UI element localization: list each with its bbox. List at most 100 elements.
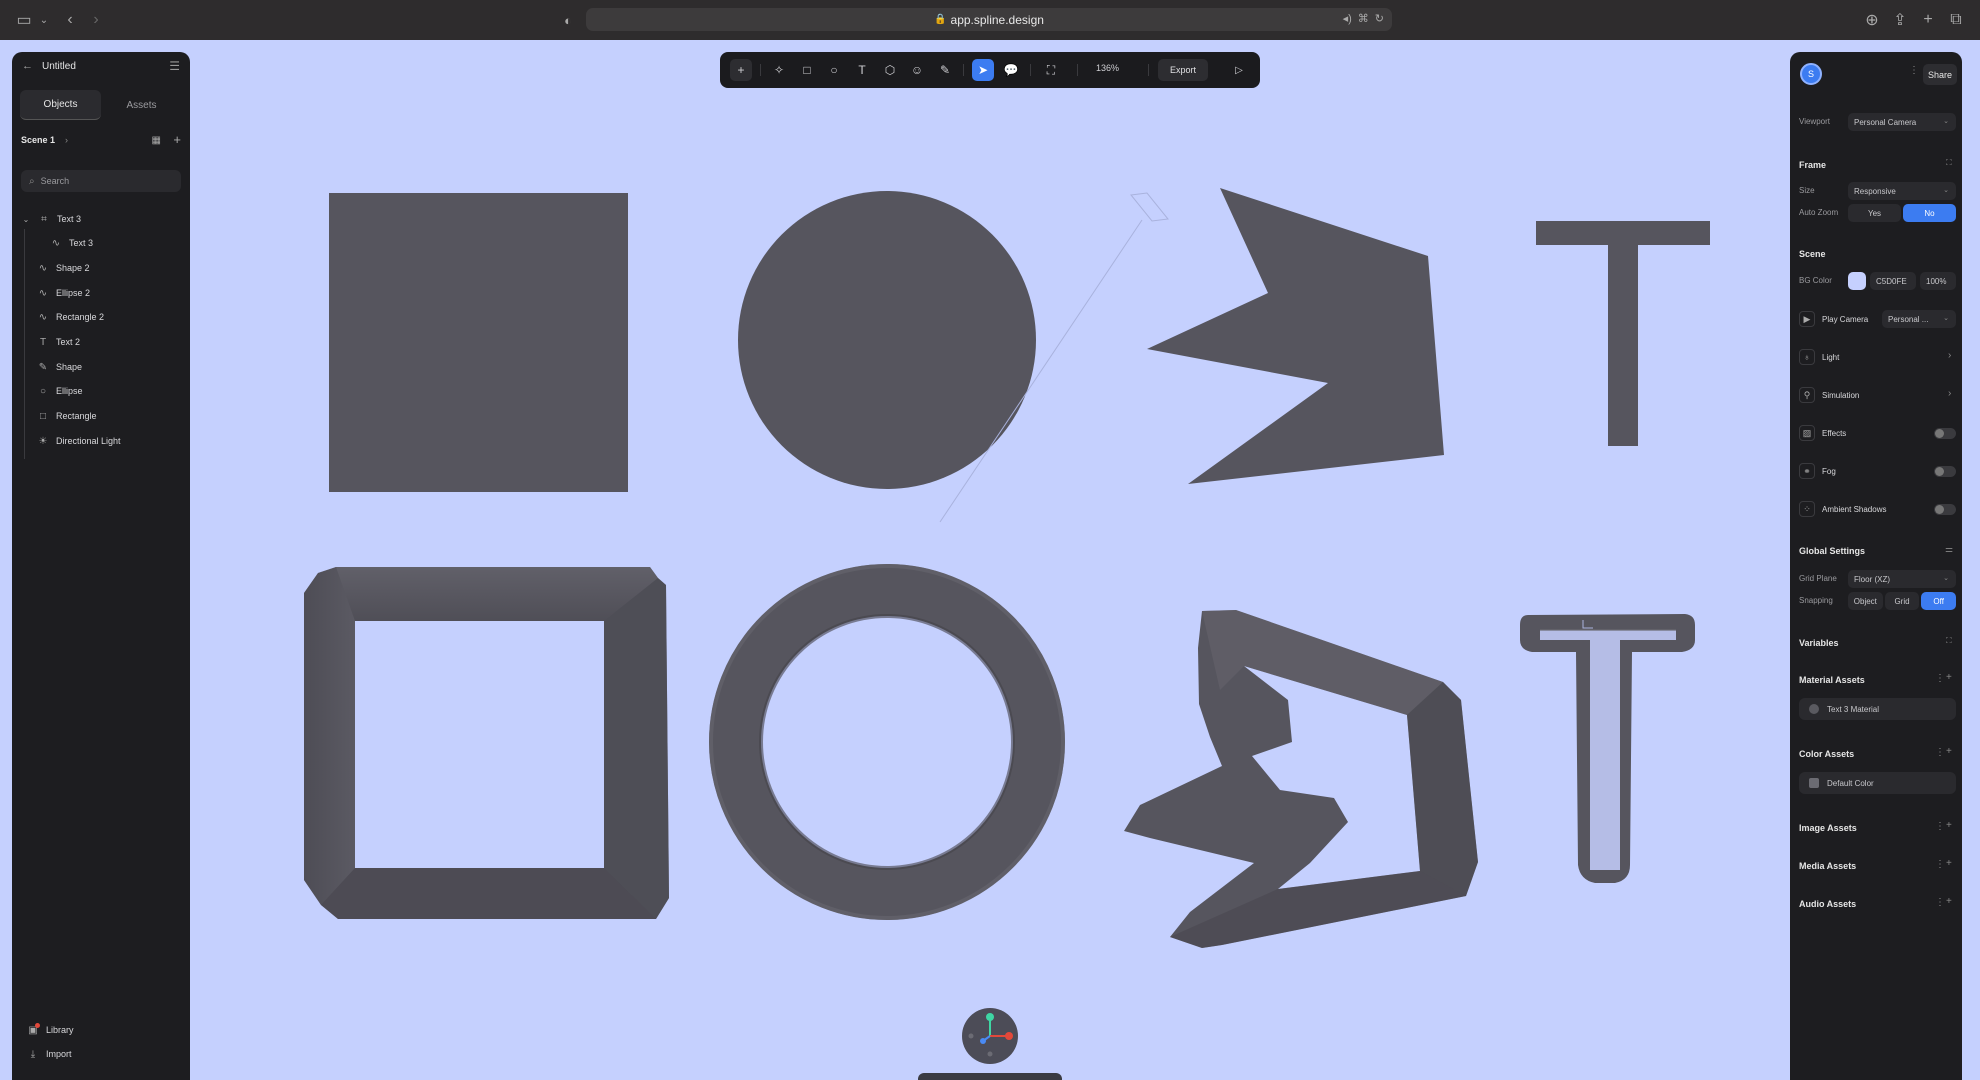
- bg-opacity-input[interactable]: 100%: [1920, 272, 1956, 290]
- sliders-icon[interactable]: ⚌: [1945, 544, 1953, 555]
- camera-frame-icon[interactable]: ⛶: [1040, 59, 1062, 81]
- comment-tool-icon[interactable]: 💬: [1000, 59, 1022, 81]
- play-icon[interactable]: ▷: [1228, 59, 1250, 81]
- tree-item[interactable]: ∿ Rectangle 2: [36, 307, 104, 327]
- tree-item[interactable]: ⌄ ⌗ Text 3: [21, 209, 81, 229]
- simulation-row[interactable]: Simulation: [1822, 391, 1859, 400]
- more-options-icon[interactable]: ⋮: [1909, 65, 1919, 76]
- plus-icon[interactable]: +: [1946, 820, 1952, 831]
- address-bar[interactable]: 🔒 app.spline.design ◂) ⌘ ↻: [586, 8, 1392, 31]
- auto-zoom-yes[interactable]: Yes: [1848, 204, 1901, 222]
- file-title[interactable]: Untitled: [42, 61, 76, 72]
- chevron-down-icon[interactable]: ⌄: [32, 0, 56, 40]
- rectangle-shape[interactable]: [329, 193, 628, 492]
- plus-icon[interactable]: +: [1946, 746, 1952, 757]
- collapse-icon[interactable]: ⌄: [21, 215, 31, 224]
- shield-icon[interactable]: ◐: [556, 0, 580, 40]
- material-asset-item[interactable]: Text 3 Material: [1799, 698, 1956, 720]
- plus-icon[interactable]: +: [1946, 672, 1952, 683]
- plus-icon[interactable]: +: [1946, 896, 1952, 907]
- search-input[interactable]: ⌕ Search: [21, 170, 181, 192]
- tree-item[interactable]: □ Rectangle: [36, 406, 97, 426]
- pen-tool-icon[interactable]: ✎: [934, 59, 956, 81]
- text-t-extruded-shape[interactable]: [1520, 614, 1695, 883]
- share-icon[interactable]: ⇪: [1888, 0, 1912, 40]
- cube-tool-icon[interactable]: ⬡: [879, 59, 901, 81]
- fog-toggle[interactable]: [1934, 466, 1956, 477]
- avatar[interactable]: S: [1800, 63, 1822, 85]
- more-options-icon[interactable]: ⋮: [1935, 673, 1945, 684]
- ellipse-tool-icon[interactable]: ○: [823, 59, 845, 81]
- more-options-icon[interactable]: ⋮: [1935, 821, 1945, 832]
- zoom-level[interactable]: 136%: [1096, 63, 1119, 73]
- download-icon[interactable]: ⊕: [1860, 0, 1884, 40]
- snapping-grid[interactable]: Grid: [1884, 592, 1920, 610]
- bg-color-hex-input[interactable]: C5D0FE: [1870, 272, 1916, 290]
- rectangle-tool-icon[interactable]: □: [796, 59, 818, 81]
- directional-light-handle[interactable]: [1130, 192, 1169, 222]
- viewport-dropdown[interactable]: Personal Camera ⌄: [1848, 113, 1956, 131]
- select-tool-icon[interactable]: ➤: [972, 59, 994, 81]
- tree-item[interactable]: ○ Ellipse: [36, 381, 83, 401]
- viewport-value: Personal Camera: [1854, 117, 1917, 127]
- plus-icon[interactable]: +: [173, 132, 181, 147]
- reload-icon[interactable]: ↻: [1375, 12, 1384, 25]
- expand-icon[interactable]: ⛶: [1946, 636, 1952, 646]
- tree-item[interactable]: T Text 2: [36, 332, 80, 352]
- forward-arrow-icon[interactable]: ›: [84, 0, 108, 40]
- snapping-off[interactable]: Off: [1921, 592, 1957, 610]
- scene-selector[interactable]: Scene 1 › ▦ +: [21, 132, 183, 150]
- tree-item[interactable]: ∿ Shape 2: [36, 258, 90, 278]
- more-options-icon[interactable]: ⋮: [1935, 859, 1945, 870]
- emoji-tool-icon[interactable]: ☺: [906, 59, 928, 81]
- ai-generate-icon[interactable]: ✧: [768, 59, 790, 81]
- add-object-button[interactable]: +: [730, 59, 752, 81]
- new-tab-icon[interactable]: +: [1916, 0, 1940, 40]
- share-button[interactable]: Share: [1923, 64, 1957, 85]
- axis-gizmo[interactable]: [962, 1008, 1018, 1064]
- ambient-shadows-toggle[interactable]: [1934, 504, 1956, 515]
- back-arrow-icon[interactable]: ‹: [58, 0, 82, 40]
- more-options-icon[interactable]: ⋮: [1935, 747, 1945, 758]
- rectangle-extruded-shape[interactable]: [304, 567, 669, 919]
- tree-item[interactable]: ∿ Ellipse 2: [36, 283, 90, 303]
- tab-assets[interactable]: Assets: [101, 90, 182, 120]
- tree-item[interactable]: ∿ Text 3: [49, 233, 93, 253]
- snapping-object[interactable]: Object: [1848, 592, 1883, 610]
- back-arrow-icon[interactable]: ←: [22, 60, 33, 72]
- import-button[interactable]: ⤓ Import: [26, 1046, 72, 1062]
- scene-canvas[interactable]: [190, 40, 1790, 1080]
- auto-zoom-no[interactable]: No: [1903, 204, 1956, 222]
- ellipse-shape[interactable]: [738, 191, 1036, 489]
- grid-plane-dropdown[interactable]: Floor (XZ) ⌄: [1848, 570, 1956, 588]
- tab-objects[interactable]: Objects: [20, 90, 101, 120]
- chevron-right-icon[interactable]: ›: [1948, 350, 1951, 361]
- effects-toggle[interactable]: [1934, 428, 1956, 439]
- chevron-right-icon[interactable]: ›: [1948, 388, 1951, 399]
- tree-item[interactable]: ✎ Shape: [36, 357, 82, 377]
- light-row[interactable]: Light: [1822, 353, 1839, 362]
- tree-item[interactable]: ☀ Directional Light: [36, 431, 121, 451]
- star-extruded-shape[interactable]: [1124, 610, 1478, 948]
- bottom-panel-handle[interactable]: [918, 1073, 1062, 1080]
- bg-color-swatch[interactable]: [1848, 272, 1866, 290]
- ellipse-extruded-shape[interactable]: [709, 564, 1065, 920]
- translate-icon[interactable]: ⌘: [1358, 12, 1369, 25]
- expand-icon[interactable]: ⛶: [1946, 158, 1952, 168]
- speaker-icon[interactable]: ◂): [1343, 12, 1352, 25]
- library-button[interactable]: ▣ Library: [26, 1022, 74, 1038]
- hamburger-menu-icon[interactable]: ☰: [169, 59, 180, 73]
- plus-icon[interactable]: +: [1946, 858, 1952, 869]
- group-icon: ⌗: [41, 213, 47, 225]
- material-swatch: [1809, 704, 1819, 714]
- text-t-shape[interactable]: [1536, 221, 1710, 446]
- export-button[interactable]: Export: [1158, 59, 1208, 81]
- tab-overview-icon[interactable]: ⧉: [1944, 0, 1968, 40]
- text-tool-icon[interactable]: T: [851, 59, 873, 81]
- play-camera-dropdown[interactable]: Personal ... ⌄: [1882, 310, 1956, 328]
- star-shape[interactable]: [1147, 188, 1444, 484]
- color-asset-item[interactable]: Default Color: [1799, 772, 1956, 794]
- size-dropdown[interactable]: Responsive ⌄: [1848, 182, 1956, 200]
- grid-icon[interactable]: ▦: [152, 135, 161, 146]
- more-options-icon[interactable]: ⋮: [1935, 897, 1945, 908]
